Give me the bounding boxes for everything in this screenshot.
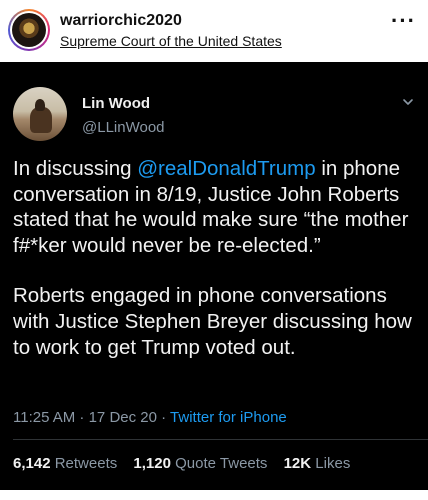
instagram-post-header: warriorchic2020 Supreme Court of the Uni… (0, 0, 428, 62)
retweets-label: Retweets (54, 455, 118, 472)
tweet-paragraph-2: Roberts engaged in phone conversations w… (13, 284, 412, 359)
tweet-avatar (13, 87, 67, 141)
retweets-count: 6,142 (13, 455, 51, 472)
likes-stat: 12K Likes (284, 455, 351, 472)
tweet-handle: @LLinWood (82, 119, 165, 136)
tweet-display-name: Lin Wood (82, 95, 151, 112)
avatar-frame (10, 11, 48, 49)
chevron-down-icon (403, 99, 413, 105)
tweet-text: In discussing @realDonaldTrump in phone … (13, 156, 418, 360)
post-username[interactable]: warriorchic2020 (60, 12, 182, 30)
quote-tweets-label: Quote Tweets (175, 455, 268, 472)
likes-count: 12K (283, 455, 312, 472)
avatar-image (12, 13, 46, 47)
quote-tweets-count: 1,120 (133, 455, 171, 472)
tweet-screenshot: Lin Wood @LLinWood In discussing @realDo… (0, 62, 428, 490)
tweet-text-prefix: In discussing (13, 157, 138, 180)
tweet-timestamp-line: 11:25 AM · 17 Dec 20 · Twitter for iPhon… (13, 409, 287, 426)
retweets-stat: 6,142 Retweets (13, 455, 117, 472)
more-horizontal-icon[interactable]: ··· (391, 10, 416, 32)
divider (13, 439, 428, 440)
post-bottom-strip (0, 490, 428, 500)
tweet-source: Twitter for iPhone (170, 409, 287, 426)
tweet-stats: 6,142 Retweets 1,120 Quote Tweets 12K Li… (13, 455, 362, 472)
avatar-rider-shape (35, 99, 45, 111)
tweet-timestamp: 11:25 AM · 17 Dec 20 · (13, 409, 171, 426)
post-location[interactable]: Supreme Court of the United States (60, 33, 282, 49)
likes-label: Likes (315, 455, 351, 472)
tweet-paragraph-1: In discussing @realDonaldTrump in phone … (13, 156, 418, 258)
mention-link: @realDonaldTrump (137, 157, 316, 180)
quote-tweets-stat: 1,120 Quote Tweets (133, 455, 267, 472)
profile-avatar[interactable] (8, 9, 50, 51)
